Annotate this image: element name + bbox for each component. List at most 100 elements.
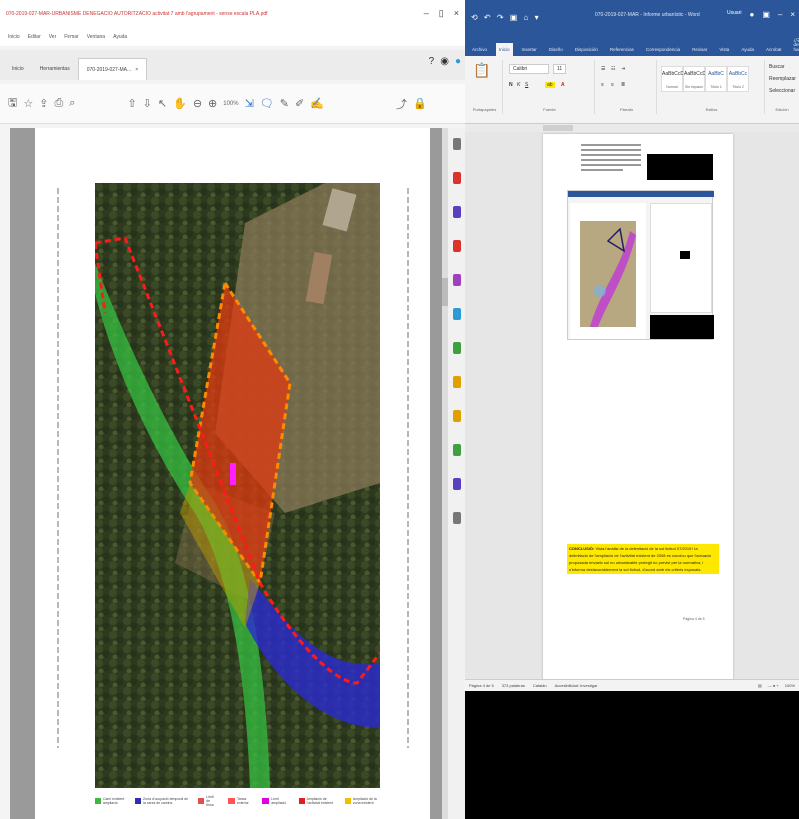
word-document-page[interactable]: CONCLUSIÓ: Vista l'anàlisi de la delimit… [543, 134, 733, 679]
maximize-button[interactable]: ▯ [439, 8, 444, 19]
tool-comment-icon[interactable] [452, 308, 461, 320]
bookmark-icon[interactable]: ☆ [23, 97, 33, 110]
find-button[interactable]: Buscar [769, 64, 785, 70]
zoom-slider[interactable]: — ● + [768, 683, 779, 688]
tab-insertar[interactable]: Insertar [519, 43, 540, 56]
bold-button[interactable]: N [509, 82, 513, 88]
zoom-level[interactable]: 100% [223, 101, 238, 107]
status-accessibility[interactable]: Accesibilidad: Investigar [555, 683, 598, 688]
zoom-in-icon[interactable]: ⊕ [208, 97, 217, 110]
font-size-select[interactable]: 11 [553, 64, 567, 74]
tab-document[interactable]: 070-2019-027-MA... × [77, 58, 148, 80]
page-up-icon[interactable]: ⇧ [127, 97, 136, 110]
status-word-count[interactable]: 373 palabras [502, 683, 525, 688]
help-icon[interactable]: ? [429, 56, 435, 67]
draw-icon[interactable]: ✐ [295, 97, 304, 110]
pdf-canvas[interactable]: Camí existent ampliació Zona d'ocupació … [10, 128, 442, 819]
sign-icon[interactable]: ✍ [310, 97, 324, 110]
tell-me-search[interactable]: ¿Qué desea hacer? [791, 33, 799, 56]
paste-icon[interactable]: 📋 [473, 62, 490, 79]
tab-acrobat[interactable]: Acrobat [763, 43, 785, 56]
fit-page-icon[interactable]: ⇲ [245, 97, 254, 110]
tool-more-icon[interactable] [452, 512, 461, 524]
ribbon-options-icon[interactable]: ▣ [762, 10, 770, 19]
indent-icon[interactable]: ⇥ [621, 66, 625, 72]
style-heading-2[interactable]: AaBbCc Título 2 [727, 66, 749, 92]
tab-archivo[interactable]: Archivo [469, 43, 490, 56]
close-button[interactable]: × [790, 10, 795, 19]
select-button[interactable]: Seleccionar [769, 88, 795, 94]
style-no-spacing[interactable]: AaBbCcD Sin espacio [683, 66, 706, 92]
tab-herramientas[interactable]: Herramientas [32, 58, 78, 80]
font-color-button[interactable]: A [561, 82, 565, 88]
save-icon[interactable]: 🖫 [8, 94, 17, 113]
tool-export-icon[interactable] [452, 138, 461, 150]
tool-edit-pdf-icon[interactable] [452, 206, 461, 218]
cursor-icon[interactable]: ↖ [158, 97, 167, 110]
word-document-title: 070-2019-027-MAR - Informe urbanístic - … [595, 12, 700, 18]
menu-item-ventana[interactable]: Ventana [87, 34, 105, 40]
highlight-icon[interactable]: ✎ [280, 97, 289, 110]
tab-inicio[interactable]: Inicio [496, 43, 513, 56]
page-down-icon[interactable]: ⇩ [143, 97, 152, 110]
menu-item-inicio[interactable]: Inicio [8, 34, 20, 40]
menu-item-ayuda[interactable]: Ayuda [113, 34, 127, 40]
account-icon[interactable]: ● [455, 56, 461, 67]
minimize-button[interactable]: – [424, 8, 429, 19]
menu-item-firmar[interactable]: Firmar [64, 34, 78, 40]
word-status-bar: Página 4 de 5 373 palabras Catalán Acces… [465, 679, 799, 691]
tool-optimize-icon[interactable] [452, 478, 461, 490]
numbering-icon[interactable]: ☷ [611, 66, 615, 72]
upload-icon[interactable]: ⇪ [39, 97, 48, 110]
tool-sign-icon[interactable] [452, 376, 461, 388]
zoom-out-icon[interactable]: ⊖ [193, 97, 202, 110]
tool-organize-icon[interactable] [452, 274, 461, 286]
tab-close-icon[interactable]: × [135, 67, 138, 73]
tab-correspondencia[interactable]: Correspondencia [643, 43, 683, 56]
comment-icon[interactable]: 🗨 [260, 97, 274, 110]
minimize-button[interactable]: – [778, 10, 782, 19]
tool-combine-icon[interactable] [452, 342, 461, 354]
bullets-icon[interactable]: ☰ [601, 66, 605, 72]
zoom-level[interactable]: 100% [785, 683, 795, 688]
status-page[interactable]: Página 4 de 5 [469, 683, 494, 688]
tab-disposicion[interactable]: Disposición [572, 43, 601, 56]
user-name[interactable]: Usuari [727, 10, 741, 19]
share-icon[interactable]: ⤴ [396, 96, 407, 112]
align-left-icon[interactable]: ≡ [601, 82, 604, 88]
tab-vista[interactable]: Vista [716, 43, 732, 56]
tab-ayuda[interactable]: Ayuda [738, 43, 757, 56]
underline-button[interactable]: S [525, 82, 528, 88]
close-button[interactable]: × [454, 8, 459, 19]
align-justify-icon[interactable]: ≣ [621, 82, 625, 88]
highlight-color-button[interactable]: ab [545, 82, 555, 88]
menu-item-editar[interactable]: Editar [28, 34, 41, 40]
pdf-toolbar: 🖫 ☆ ⇪ ⎙ ⌕ ⇧ ⇩ ↖ ✋ ⊖ ⊕ 100% ⇲ 🗨 ✎ ✐ ✍ ⤴ 🔒 [0, 84, 465, 124]
status-language[interactable]: Catalán [533, 683, 547, 688]
style-heading-1[interactable]: AaBbC Título 1 [705, 66, 727, 92]
horizontal-ruler[interactable] [465, 124, 799, 132]
style-normal[interactable]: AaBbCcD Normal [661, 66, 684, 92]
menu-item-ver[interactable]: Ver [49, 34, 57, 40]
print-icon[interactable]: ⎙ [54, 97, 63, 110]
tool-create-pdf-icon[interactable] [452, 172, 461, 184]
tool-send-icon[interactable] [452, 410, 461, 422]
search-icon[interactable]: ⌕ [69, 97, 75, 110]
word-window-controls: Usuari ● ▣ – × [727, 10, 795, 19]
font-name-select[interactable]: Calibri [509, 64, 549, 74]
tab-inicio[interactable]: Inicio [4, 58, 32, 80]
tab-revisar[interactable]: Revisar [689, 43, 710, 56]
tool-protect-icon[interactable] [452, 444, 461, 456]
view-mode-icon[interactable]: ▤ [758, 683, 762, 688]
replace-button[interactable]: Reemplazar [769, 76, 796, 82]
tool-export-pdf-icon[interactable] [452, 240, 461, 252]
avatar[interactable]: ● [749, 10, 754, 19]
align-center-icon[interactable]: ≡ [611, 82, 614, 88]
lock-icon[interactable]: 🔒 [413, 97, 427, 110]
tab-diseno[interactable]: Diseño [546, 43, 566, 56]
hand-icon[interactable]: ✋ [173, 97, 187, 110]
tab-referencias[interactable]: Referencias [607, 43, 637, 56]
notification-icon[interactable]: ◉ [440, 56, 449, 67]
quick-access-toolbar[interactable]: ⟲ ↶ ↷ ▣ ⌂ ▾ [471, 13, 541, 22]
italic-button[interactable]: K [517, 82, 520, 88]
